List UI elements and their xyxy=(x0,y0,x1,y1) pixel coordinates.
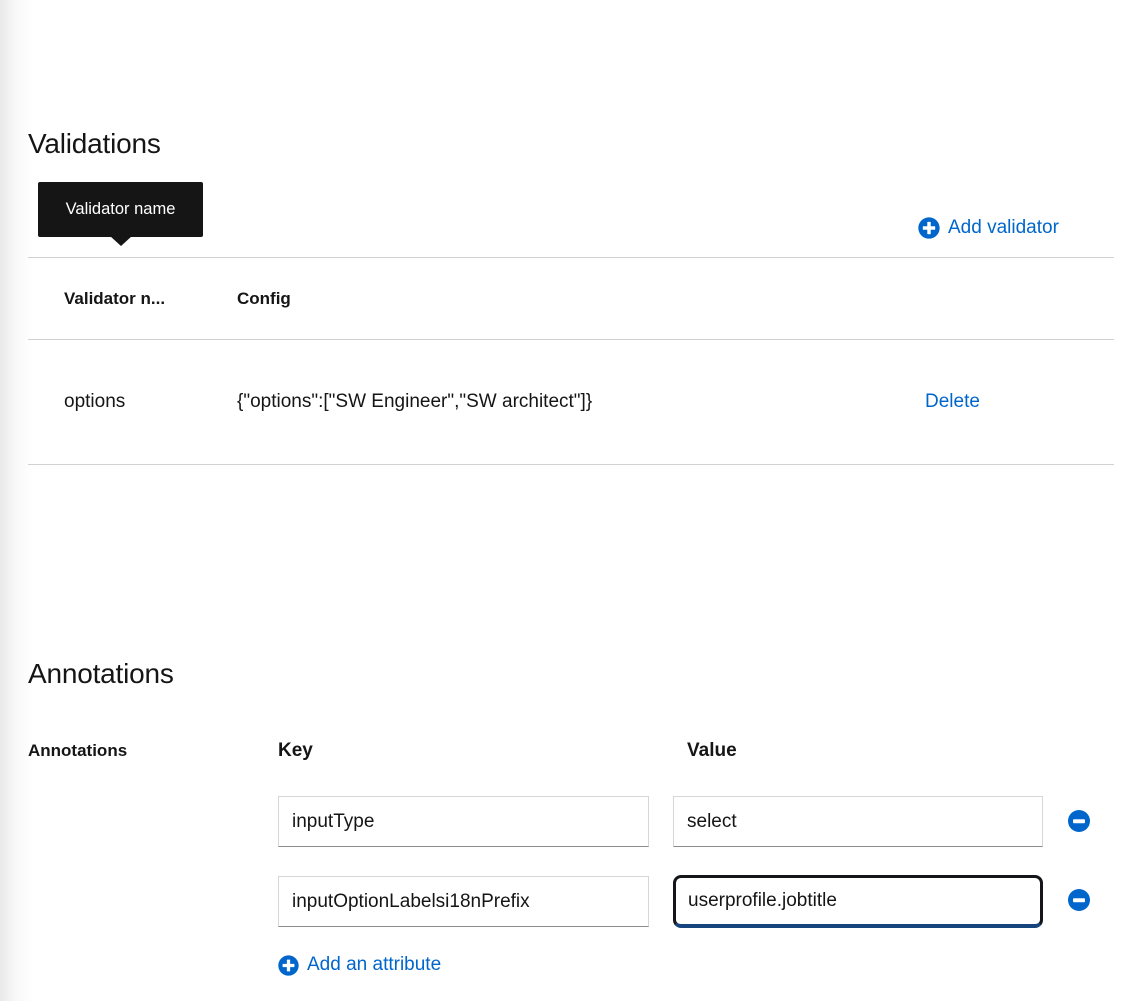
annotation-key-input-0[interactable] xyxy=(278,796,649,847)
value-column-header: Value xyxy=(687,740,737,762)
remove-annotation-button-0[interactable] xyxy=(1068,810,1090,832)
add-validator-label: Add validator xyxy=(948,217,1059,239)
add-attribute-button[interactable]: Add an attribute xyxy=(278,954,441,976)
annotation-key-input-1[interactable] xyxy=(278,876,649,927)
annotation-value-input-0[interactable] xyxy=(673,796,1043,847)
delete-validator-button[interactable]: Delete xyxy=(925,391,980,413)
annotation-value-input-1-focused[interactable] xyxy=(673,875,1043,928)
validator-name-tooltip: Validator name xyxy=(38,182,203,237)
column-header-validator-name: Validator n... xyxy=(28,289,237,309)
validators-table: Validator n... Config options {"options"… xyxy=(28,257,1114,465)
validator-table-row: options {"options":["SW Engineer","SW ar… xyxy=(28,340,1114,465)
remove-annotation-button-1[interactable] xyxy=(1068,889,1090,911)
tooltip-arrow-down xyxy=(110,236,132,246)
validations-section-title: Validations xyxy=(28,128,161,160)
annotations-section-title: Annotations xyxy=(28,658,174,690)
add-validator-button[interactable]: Add validator xyxy=(918,217,1059,239)
key-column-header: Key xyxy=(278,740,313,762)
attribute-settings-page: Validations Validator name Add validator… xyxy=(0,0,1123,1001)
validator-name-cell: options xyxy=(28,391,237,413)
validators-table-header: Validator n... Config xyxy=(28,257,1114,340)
plus-circle-icon xyxy=(278,955,299,976)
annotations-field-label: Annotations xyxy=(28,741,127,761)
tooltip-text: Validator name xyxy=(66,200,176,219)
plus-circle-icon xyxy=(918,217,940,239)
validator-config-cell: {"options":["SW Engineer","SW architect"… xyxy=(237,391,925,413)
add-attribute-label: Add an attribute xyxy=(307,954,441,976)
column-header-config: Config xyxy=(237,289,925,309)
